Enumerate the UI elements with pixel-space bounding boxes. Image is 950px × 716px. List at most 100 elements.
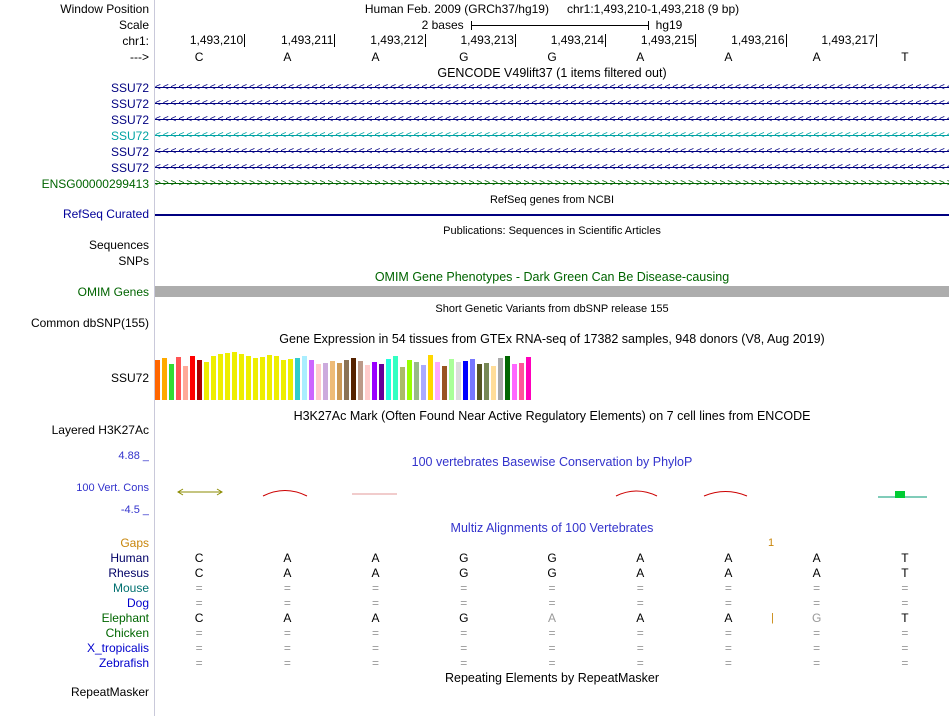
gene-label[interactable]: ENSG00000299413 — [0, 177, 149, 191]
gtex-bar[interactable] — [358, 361, 363, 400]
gtex-bar[interactable] — [155, 360, 160, 400]
gtex-bar[interactable] — [449, 359, 454, 400]
gtex-bar[interactable] — [519, 363, 524, 400]
multiz-base: A — [371, 551, 380, 565]
gtex-bar[interactable] — [274, 356, 279, 400]
multiz-base: = — [636, 641, 644, 655]
gtex-bar[interactable] — [197, 360, 202, 400]
snps-label[interactable]: SNPs — [0, 254, 149, 268]
gtex-bar[interactable] — [477, 364, 482, 400]
gtex-bar[interactable] — [183, 366, 188, 400]
gtex-bar[interactable] — [344, 360, 349, 400]
gtex-bar[interactable] — [484, 363, 489, 400]
gtex-bar[interactable] — [505, 356, 510, 400]
multiz-row: Dog = = = = = = = = = — [0, 596, 950, 610]
gtex-bar[interactable] — [386, 359, 391, 400]
gtex-bar[interactable] — [204, 362, 209, 400]
species-label[interactable]: Rhesus — [0, 566, 149, 580]
species-label[interactable]: Mouse — [0, 581, 149, 595]
gtex-bar[interactable] — [498, 358, 503, 400]
gtex-bar[interactable] — [400, 367, 405, 400]
gtex-bar[interactable] — [470, 359, 475, 400]
gtex-bar[interactable] — [512, 364, 517, 400]
multiz-base: = — [813, 581, 821, 595]
multiz-row: Rhesus C A A G G A A A T — [0, 566, 950, 580]
dbsnp-label[interactable]: Common dbSNP(155) — [0, 316, 149, 330]
gtex-bar[interactable] — [211, 356, 216, 400]
species-label[interactable]: X_tropicalis — [0, 641, 149, 655]
species-label[interactable]: Gaps — [0, 536, 149, 550]
gtex-bar[interactable] — [372, 362, 377, 400]
gtex-bar[interactable] — [421, 365, 426, 400]
gene-strand-arrows[interactable]: <<<<<<<<<<<<<<<<<<<<<<<<<<<<<<<<<<<<<<<<… — [155, 81, 949, 95]
gtex-bar[interactable] — [407, 360, 412, 400]
multiz-cells: CAAGGAAAT — [155, 551, 949, 565]
gene-label[interactable]: SSU72 — [0, 145, 149, 159]
omim-genes-label[interactable]: OMIM Genes — [0, 285, 149, 299]
gtex-bar[interactable] — [337, 363, 342, 400]
gtex-gene-label[interactable]: SSU72 — [0, 371, 149, 385]
gtex-bar[interactable] — [414, 362, 419, 400]
base-letter: A — [812, 50, 821, 64]
gtex-bar[interactable] — [295, 358, 300, 400]
refseq-curated-label[interactable]: RefSeq Curated — [0, 207, 149, 221]
gene-strand-arrows[interactable]: <<<<<<<<<<<<<<<<<<<<<<<<<<<<<<<<<<<<<<<<… — [155, 113, 949, 127]
species-label[interactable]: Elephant — [0, 611, 149, 625]
h3k27ac-label[interactable]: Layered H3K27Ac — [0, 423, 149, 437]
gtex-bar[interactable] — [267, 355, 272, 400]
gtex-bar[interactable] — [281, 360, 286, 400]
gtex-bar[interactable] — [456, 362, 461, 400]
cons-title-text: 100 vertebrates Basewise Conservation by… — [411, 455, 693, 469]
species-label[interactable]: Zebrafish — [0, 656, 149, 670]
gtex-bar[interactable] — [190, 356, 195, 400]
gtex-bar[interactable] — [162, 358, 167, 400]
gtex-bar[interactable] — [232, 352, 237, 400]
gene-label[interactable]: SSU72 — [0, 161, 149, 175]
gtex-bar[interactable] — [435, 362, 440, 400]
sequences-label[interactable]: Sequences — [0, 238, 149, 252]
gtex-bar[interactable] — [316, 364, 321, 400]
gtex-bar[interactable] — [169, 364, 174, 400]
gtex-bar[interactable] — [365, 365, 370, 400]
gtex-bar[interactable] — [288, 359, 293, 400]
multiz-base: A — [371, 566, 380, 580]
gene-strand-arrows[interactable]: <<<<<<<<<<<<<<<<<<<<<<<<<<<<<<<<<<<<<<<<… — [155, 129, 949, 143]
cons-track-label[interactable]: 100 Vert. Cons — [0, 481, 149, 495]
gtex-bar[interactable] — [323, 363, 328, 400]
gtex-bar[interactable] — [176, 357, 181, 400]
gtex-bar[interactable] — [491, 366, 496, 400]
gtex-bar[interactable] — [428, 355, 433, 400]
gtex-bar[interactable] — [260, 357, 265, 400]
gene-strand-arrows[interactable]: >>>>>>>>>>>>>>>>>>>>>>>>>>>>>>>>>>>>>>>>… — [155, 177, 949, 191]
gtex-bar[interactable] — [393, 356, 398, 400]
gtex-bar[interactable] — [302, 356, 307, 400]
omim-gene-bar[interactable] — [155, 286, 949, 297]
species-label[interactable]: Chicken — [0, 626, 149, 640]
gtex-bar[interactable] — [526, 357, 531, 400]
gtex-bar[interactable] — [246, 356, 251, 400]
species-label[interactable]: Dog — [0, 596, 149, 610]
gene-strand-arrows[interactable]: <<<<<<<<<<<<<<<<<<<<<<<<<<<<<<<<<<<<<<<<… — [155, 145, 949, 159]
multiz-base: = — [460, 656, 468, 670]
gene-strand-arrows[interactable]: <<<<<<<<<<<<<<<<<<<<<<<<<<<<<<<<<<<<<<<<… — [155, 97, 949, 111]
gene-label[interactable]: SSU72 — [0, 97, 149, 111]
repeatmasker-label[interactable]: RepeatMasker — [0, 685, 149, 699]
gtex-bar[interactable] — [309, 360, 314, 400]
gtex-bar[interactable] — [351, 358, 356, 400]
gtex-bar[interactable] — [442, 366, 447, 400]
gene-label[interactable]: SSU72 — [0, 129, 149, 143]
gene-strand-arrows[interactable]: <<<<<<<<<<<<<<<<<<<<<<<<<<<<<<<<<<<<<<<<… — [155, 161, 949, 175]
gtex-bar[interactable] — [239, 354, 244, 400]
gene-label[interactable]: SSU72 — [0, 113, 149, 127]
gtex-bar[interactable] — [218, 354, 223, 400]
species-label[interactable]: Human — [0, 551, 149, 565]
gtex-bar[interactable] — [330, 361, 335, 400]
multiz-cells: = = = = = = = = = — [155, 641, 949, 655]
gtex-bar[interactable] — [463, 361, 468, 400]
gtex-bar[interactable] — [253, 358, 258, 400]
gtex-bar[interactable] — [225, 353, 230, 400]
refseq-gene-line[interactable] — [155, 214, 949, 216]
gene-label[interactable]: SSU72 — [0, 81, 149, 95]
multiz-base: A — [724, 566, 733, 580]
gtex-bar[interactable] — [379, 364, 384, 400]
